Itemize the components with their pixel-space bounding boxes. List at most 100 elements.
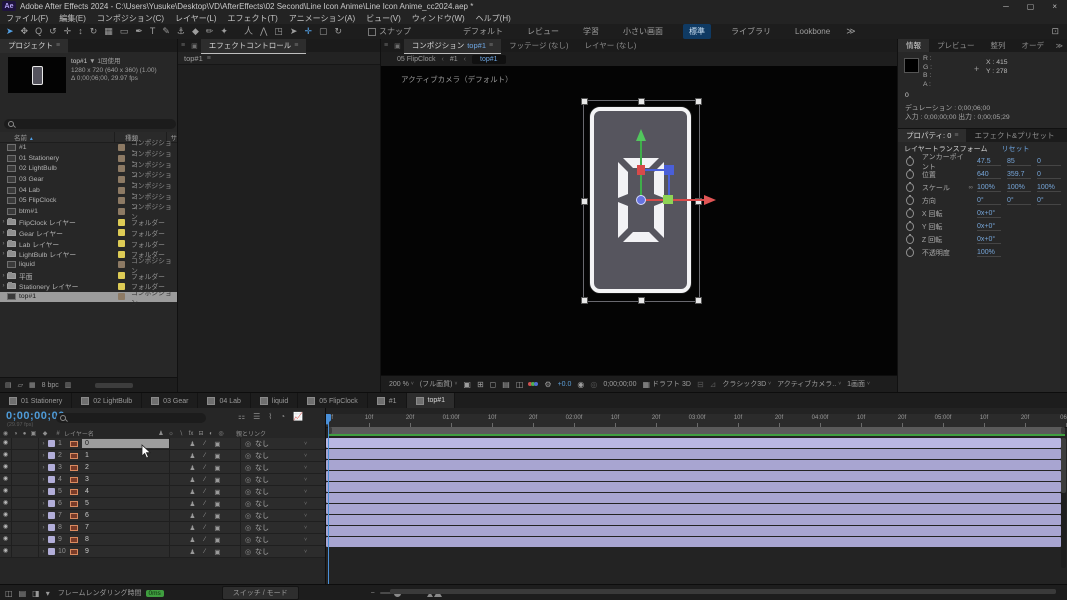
property-label[interactable]: Z 回転	[922, 235, 969, 245]
view-layout-popup[interactable]: 1画面˅	[847, 379, 870, 389]
project-item-row[interactable]: › top#1 コンポジション	[0, 292, 177, 303]
zoom-tool-icon[interactable]: Q	[35, 25, 42, 38]
selection-handle[interactable]	[695, 98, 702, 105]
shy-switch-icon[interactable]: ♟	[189, 476, 195, 484]
twirl-icon[interactable]: ›	[39, 441, 48, 447]
av-switch-cells[interactable]	[12, 474, 39, 485]
quality-switch-icon[interactable]: ∕	[204, 548, 205, 555]
motion-blur-column-icon[interactable]: ⊟	[196, 430, 206, 437]
stopwatch-icon[interactable]	[906, 209, 914, 218]
shy-switch-icon[interactable]: ♟	[189, 440, 195, 448]
timeline-vertical-scrollbar[interactable]	[1061, 438, 1066, 568]
selection-handle[interactable]	[638, 297, 645, 304]
layer-name[interactable]: 4	[82, 487, 169, 496]
color-depth-button[interactable]: 8 bpc	[42, 382, 59, 389]
stopwatch-icon[interactable]	[906, 235, 914, 244]
stopwatch-icon[interactable]	[906, 170, 914, 179]
status-toggle-icon[interactable]: ◫	[5, 589, 13, 598]
workspace-tab[interactable]: 学習	[571, 24, 611, 39]
time-ruler[interactable]: :00f10f20f01:00f10f20f02:00f10f20f03:00f…	[326, 414, 1067, 428]
quality-switch-icon[interactable]: ∕	[204, 524, 205, 531]
new-folder-icon[interactable]: ▱	[18, 381, 23, 389]
menu-item[interactable]: ヘルプ(H)	[476, 13, 511, 24]
scale-gizmo-icon[interactable]: ▢	[319, 25, 328, 38]
trash-icon[interactable]: ▥	[65, 381, 72, 389]
layer-label-chip[interactable]	[48, 464, 55, 471]
twirl-icon[interactable]: ›	[0, 273, 7, 279]
menu-item[interactable]: アニメーション(A)	[289, 13, 355, 24]
eye-icon[interactable]: ◉	[0, 450, 12, 461]
twirl-icon[interactable]: ›	[39, 525, 48, 531]
threed-switch-icon[interactable]: ▣	[214, 440, 220, 448]
layer-duration-bar[interactable]	[326, 537, 1061, 547]
layer-name[interactable]: 6	[82, 511, 169, 520]
exposure-value[interactable]: +0.0	[558, 381, 572, 388]
tab-project[interactable]: プロジェクト ≡	[0, 39, 68, 54]
property-label[interactable]: Y 回転	[922, 222, 969, 232]
menu-item[interactable]: 編集(E)	[59, 13, 86, 24]
shy-switch-icon[interactable]: ♟	[189, 500, 195, 508]
layer-duration-bar[interactable]	[326, 504, 1061, 514]
parent-dropdown[interactable]: なし ˅	[255, 439, 311, 449]
quality-column-icon[interactable]: ∖	[176, 430, 186, 437]
restore-button[interactable]: ▢	[1027, 2, 1035, 11]
snapshot-camera-icon[interactable]: ◉	[577, 380, 584, 389]
shy-switch-icon[interactable]: ♟	[189, 524, 195, 532]
3d-view-popup[interactable]: アクティブカメラ..˅	[777, 379, 841, 389]
brush-tool-icon[interactable]: ✎	[162, 25, 170, 38]
label-color-chip[interactable]	[118, 261, 125, 268]
motion-blur-icon[interactable]: ◔	[280, 412, 285, 421]
roto-brush-tool-icon[interactable]: ✏	[206, 25, 214, 38]
effects-column-icon[interactable]: fx	[186, 431, 196, 437]
audio-column-icon[interactable]: ◑	[11, 431, 20, 437]
threed-switch-icon[interactable]: ▣	[214, 452, 220, 460]
collapse-column-icon[interactable]: ☼	[166, 431, 176, 437]
layer-name[interactable]: 1	[82, 451, 169, 460]
quality-switch-icon[interactable]: ∕	[204, 476, 205, 483]
project-item-row[interactable]: › FlipClock レイヤー フォルダー	[0, 217, 177, 228]
project-item-row[interactable]: › Gear レイヤー フォルダー	[0, 228, 177, 239]
parent-pick-whip-icon[interactable]: ◎	[241, 548, 255, 556]
eye-icon[interactable]: ◉	[0, 498, 12, 509]
view-options-icon[interactable]: ▤	[502, 380, 510, 389]
av-switch-cells[interactable]	[12, 462, 39, 473]
parent-dropdown[interactable]: なし ˅	[255, 499, 311, 509]
eye-icon[interactable]: ◉	[0, 522, 12, 533]
world-axis-mode-icon[interactable]: ⋀	[260, 25, 267, 38]
property-label[interactable]: 不透明度	[922, 248, 969, 258]
preview-dropdown-icon[interactable]: ▼	[89, 58, 95, 65]
resolution-popup[interactable]: (フル画質)˅	[420, 379, 458, 389]
quality-switch-icon[interactable]: ∕	[204, 536, 205, 543]
quality-switch-icon[interactable]: ∕	[204, 512, 205, 519]
video-column-icon[interactable]: ◉	[0, 430, 11, 437]
panel-grip-icon[interactable]: ≡	[381, 42, 391, 49]
threed-switch-icon[interactable]: ▣	[214, 536, 220, 544]
threed-switch-icon[interactable]: ▣	[214, 512, 220, 520]
info-panel-tab[interactable]: プレビュー	[929, 39, 983, 53]
channel-icon[interactable]	[529, 382, 538, 386]
label-color-chip[interactable]	[118, 229, 125, 236]
interpret-footage-icon[interactable]: ▤	[5, 381, 12, 389]
layer-duration-bar[interactable]	[326, 493, 1061, 503]
layer-name[interactable]: 8	[82, 535, 169, 544]
link-icon[interactable]: ∞	[969, 185, 977, 191]
timeline-comp-tab[interactable]: top#1	[407, 393, 456, 410]
parent-dropdown[interactable]: なし ˅	[255, 451, 311, 461]
breadcrumb-item[interactable]: 05 FlipClock	[397, 56, 436, 63]
panel-lock-icon[interactable]: ▣	[188, 42, 201, 50]
label-color-chip[interactable]	[118, 251, 125, 258]
property-label[interactable]: 位置	[922, 170, 969, 180]
parent-pick-whip-icon[interactable]: ◎	[241, 488, 255, 496]
selection-handle[interactable]	[581, 198, 588, 205]
threed-switch-icon[interactable]: ▣	[214, 524, 220, 532]
threed-switch-icon[interactable]: ▣	[214, 464, 220, 472]
av-switch-cells[interactable]	[12, 510, 39, 521]
adjustment-column-icon[interactable]: ◐	[206, 431, 216, 437]
property-value[interactable]: 640	[977, 171, 1001, 179]
shy-switch-icon[interactable]: ♟	[189, 536, 195, 544]
shy-switch-icon[interactable]: ♟	[189, 464, 195, 472]
parent-link-column-label[interactable]: 親とリンク	[226, 429, 296, 438]
parent-dropdown[interactable]: なし ˅	[255, 547, 311, 557]
layer-duration-bar[interactable]	[326, 482, 1061, 492]
property-value[interactable]: 0x+0°	[977, 223, 1001, 231]
